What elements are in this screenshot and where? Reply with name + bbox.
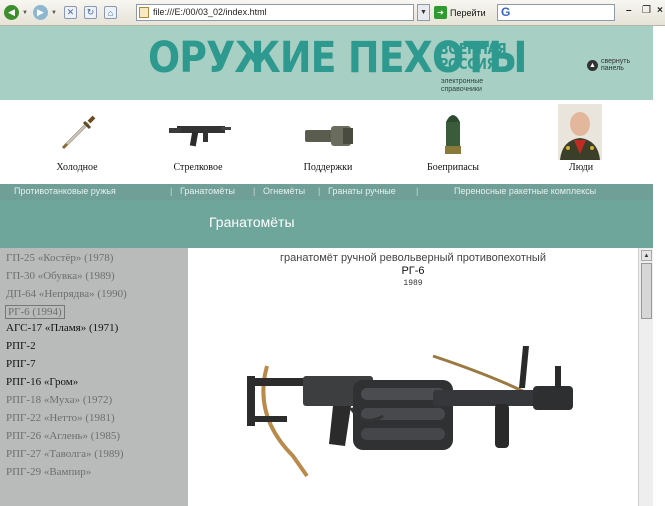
- forward-arrow-icon: ▶: [33, 5, 48, 20]
- home-icon: ⌂: [104, 6, 117, 19]
- forward-history-dropdown[interactable]: ▼: [51, 4, 57, 21]
- logo-subtitle-line2: РОССИЯ: [439, 55, 496, 73]
- back-button[interactable]: ◀: [4, 4, 19, 21]
- go-button[interactable]: ➜ Перейти: [434, 4, 486, 21]
- dropdown-arrow-icon: ▼: [420, 9, 427, 16]
- list-item[interactable]: ДП-64 «Непрядва» (1990): [6, 288, 127, 300]
- window-edge: [653, 26, 665, 506]
- category-row: Холодное Стрелковое Поддержки Боеприпасы: [0, 100, 665, 184]
- stop-icon: ✕: [64, 6, 77, 19]
- list-item-selected[interactable]: РГ-6 (1994): [5, 305, 65, 319]
- nav-item-missile-systems[interactable]: Переносные ракетные комплексы: [454, 186, 596, 196]
- address-bar[interactable]: file:///E:/00/03_02/index.html: [136, 4, 414, 21]
- close-icon[interactable]: ×: [657, 5, 663, 16]
- list-item[interactable]: РПГ-7: [6, 358, 36, 370]
- weapon-name: РГ-6: [401, 265, 425, 277]
- nav-separator: |: [318, 186, 321, 196]
- weapon-detail-panel: гранатомёт ручной револьверный противопе…: [188, 248, 638, 506]
- section-header: Гранатомёты: [0, 200, 665, 248]
- nav-item-hand-grenades[interactable]: Гранаты ручные: [328, 186, 396, 196]
- weapon-description: гранатомёт ручной револьверный противопе…: [280, 252, 546, 264]
- subcategory-nav: Противотанковые ружья | Гранатомёты | Ог…: [0, 184, 665, 200]
- nav-separator: |: [416, 186, 419, 196]
- grenade-launcher-icon: [305, 126, 353, 146]
- scroll-thumb[interactable]: [641, 263, 652, 319]
- weapon-list-sidebar: ГП-25 «Костёр» (1978) ГП-30 «Обувка» (19…: [0, 248, 188, 506]
- search-input[interactable]: G: [497, 4, 615, 21]
- category-label: Люди: [568, 162, 594, 173]
- stop-button[interactable]: ✕: [64, 4, 77, 21]
- category-support[interactable]: Поддержки: [273, 100, 383, 184]
- address-text: file:///E:/00/03_02/index.html: [153, 7, 267, 17]
- list-item[interactable]: РПГ-2: [6, 340, 36, 352]
- collapse-panel-button[interactable]: ▲ свернуть панель: [587, 58, 641, 72]
- list-item[interactable]: РПГ-29 «Вампир»: [6, 466, 91, 478]
- collapse-arrow-icon: ▲: [587, 59, 598, 71]
- list-item[interactable]: РПГ-27 «Таволга» (1989): [6, 448, 124, 460]
- ammunition-icon: [445, 115, 461, 154]
- list-item[interactable]: РПГ-26 «Аглень» (1985): [6, 430, 120, 442]
- scroll-up-arrow-icon[interactable]: ▲: [641, 250, 652, 261]
- list-item[interactable]: РПГ-18 «Муха» (1972): [6, 394, 112, 406]
- content-scrollbar[interactable]: ▲: [638, 248, 653, 506]
- dagger-icon: [61, 115, 96, 150]
- nav-item-grenade-launchers[interactable]: Гранатомёты: [180, 186, 235, 196]
- dropdown-arrow-icon: ▼: [22, 9, 28, 16]
- home-button[interactable]: ⌂: [104, 4, 117, 21]
- category-people[interactable]: Люди: [526, 100, 636, 184]
- weapon-photo: [247, 346, 573, 478]
- list-item[interactable]: ГП-30 «Обувка» (1989): [6, 270, 115, 282]
- list-item[interactable]: РПГ-16 «Гром»: [6, 376, 78, 388]
- submachine-gun-icon: [169, 126, 231, 147]
- go-label: Перейти: [450, 7, 486, 18]
- dropdown-arrow-icon: ▼: [51, 9, 57, 16]
- category-label: Холодное: [56, 162, 98, 173]
- go-arrow-icon: ➜: [434, 6, 447, 19]
- page-icon: [139, 7, 149, 18]
- refresh-icon: ↻: [84, 6, 97, 19]
- nav-separator: |: [170, 186, 173, 196]
- category-cold-weapons[interactable]: Холодное: [22, 100, 132, 184]
- category-label: Боеприпасы: [427, 162, 479, 173]
- category-small-arms[interactable]: Стрелковое: [143, 100, 253, 184]
- forward-button[interactable]: ▶: [33, 4, 48, 21]
- nav-separator: |: [253, 186, 256, 196]
- search-value: G: [501, 5, 511, 19]
- weapon-year: 1989: [403, 279, 423, 288]
- category-ammunition[interactable]: Боеприпасы: [398, 100, 508, 184]
- browser-toolbar: ◀ ▼ ▶ ▼ ✕ ↻ ⌂ file:///E:/00/03_02/index.…: [0, 0, 665, 26]
- back-arrow-icon: ◀: [4, 5, 19, 20]
- list-item[interactable]: АГС-17 «Пламя» (1971): [6, 322, 118, 334]
- category-label: Стрелковое: [173, 162, 223, 173]
- address-dropdown-button[interactable]: ▼: [417, 4, 430, 21]
- back-history-dropdown[interactable]: ▼: [22, 4, 28, 21]
- minimize-icon[interactable]: –: [626, 5, 632, 16]
- list-item[interactable]: ГП-25 «Костёр» (1978): [6, 252, 113, 264]
- category-label: Поддержки: [303, 162, 353, 173]
- portrait-icon: [558, 104, 602, 160]
- restore-icon[interactable]: ❐: [642, 5, 651, 16]
- refresh-button[interactable]: ↻: [84, 4, 97, 21]
- list-item[interactable]: РПГ-22 «Нетто» (1981): [6, 412, 115, 424]
- nav-item-flamethrowers[interactable]: Огнемёты: [263, 186, 305, 196]
- nav-item-antitank-rifles[interactable]: Противотанковые ружья: [14, 186, 116, 196]
- collapse-label: свернуть панель: [601, 58, 631, 72]
- section-title: Гранатомёты: [209, 214, 295, 230]
- logo-tagline: электронные справочники: [441, 78, 484, 93]
